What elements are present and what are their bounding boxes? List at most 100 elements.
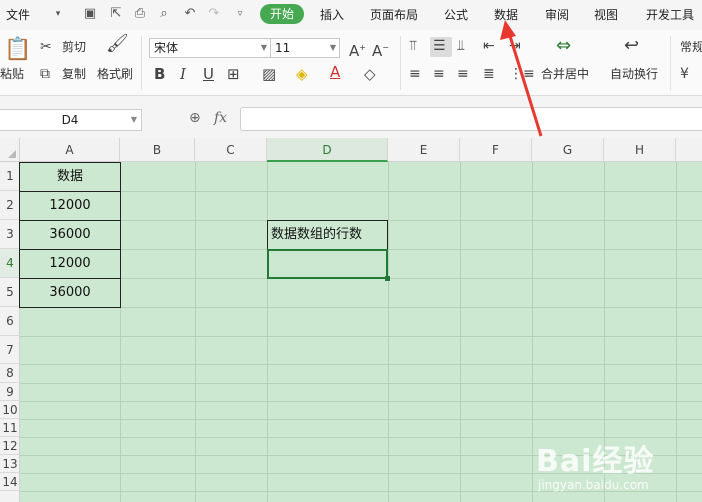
row-header[interactable]: 12 — [0, 437, 20, 455]
row-header[interactable]: 2 — [0, 191, 20, 220]
row-header[interactable]: 5 — [0, 278, 20, 307]
tab-formulas[interactable]: 公式 — [444, 6, 468, 24]
row-header[interactable]: 14 — [0, 473, 20, 491]
watermark-url: jingyan.baidu.com — [538, 478, 649, 492]
align-bottom-icon[interactable]: ⫫ — [457, 38, 465, 54]
col-header-b[interactable]: B — [120, 138, 195, 162]
copy-icon[interactable]: ⧉ — [40, 66, 50, 82]
cell-d3[interactable]: 数据数组的行数 — [267, 220, 388, 250]
zoom-icon[interactable]: ⊕ — [189, 110, 201, 126]
row-header[interactable]: 10 — [0, 401, 20, 419]
chevron-down-icon[interactable]: ▾ — [50, 6, 66, 22]
align-left-icon[interactable]: ≡ — [409, 66, 421, 82]
merge-center-button[interactable]: 合并居中 — [541, 66, 589, 82]
font-color-icon[interactable]: A — [330, 64, 340, 80]
align-top-icon[interactable]: ⫪ — [409, 38, 417, 54]
tab-start[interactable]: 开始 — [260, 4, 304, 24]
increase-indent-icon[interactable]: ⇥ — [509, 38, 521, 54]
distributed-icon[interactable]: ⋮≡ — [509, 66, 535, 82]
font-name-select[interactable]: 宋体 ▼ — [149, 38, 271, 58]
chevron-down-icon: ▼ — [260, 43, 267, 52]
copy-button[interactable]: 复制 — [62, 66, 86, 82]
col-header-g[interactable]: G — [532, 138, 604, 162]
divider — [141, 36, 142, 90]
menu-file[interactable]: 文件 — [6, 6, 30, 24]
format-painter-icon[interactable]: 🖌 — [106, 35, 129, 53]
cell-reference: D4 — [61, 113, 79, 127]
justify-icon[interactable]: ≣ — [483, 66, 495, 82]
scissors-icon[interactable]: ✂ — [40, 39, 52, 55]
align-right-icon[interactable]: ≡ — [457, 66, 469, 82]
bold-icon[interactable]: B — [154, 66, 165, 82]
paste-button[interactable]: 粘贴 — [0, 66, 24, 82]
currency-icon[interactable]: ¥ — [680, 66, 689, 82]
cut-button[interactable]: 剪切 — [62, 39, 86, 55]
fill-color-icon[interactable]: ◈ — [296, 66, 308, 82]
row-header[interactable]: 8 — [0, 364, 20, 383]
col-header-a[interactable]: A — [20, 138, 120, 162]
cell-a3[interactable]: 36000 — [19, 220, 121, 250]
font-grow-icon[interactable]: A+ — [349, 40, 366, 59]
name-box[interactable]: D4 ▼ — [0, 109, 142, 131]
borders-icon[interactable]: ⊞ — [227, 66, 240, 82]
tab-review[interactable]: 审阅 — [545, 6, 569, 24]
col-header-e[interactable]: E — [388, 138, 460, 162]
divider — [400, 36, 401, 90]
cell-a1[interactable]: 数据 — [19, 162, 121, 192]
row-line — [0, 383, 702, 384]
row-header[interactable]: 9 — [0, 383, 20, 401]
row-line — [0, 401, 702, 402]
print-icon[interactable]: ⎙ — [132, 6, 148, 22]
row-line — [0, 364, 702, 365]
cell-a4[interactable]: 12000 — [19, 249, 121, 279]
col-header-h[interactable]: H — [604, 138, 676, 162]
select-all-corner[interactable] — [0, 138, 20, 162]
row-header-selected[interactable]: 4 — [0, 249, 20, 278]
col-header-f[interactable]: F — [460, 138, 532, 162]
save-icon[interactable]: ▣ — [82, 6, 98, 22]
cell-a2[interactable]: 12000 — [19, 191, 121, 221]
clear-format-icon[interactable]: ◇ — [364, 66, 376, 82]
font-size-select[interactable]: 11 ▼ — [270, 38, 340, 58]
row-header[interactable]: 13 — [0, 455, 20, 473]
underline-icon[interactable]: U — [203, 66, 214, 82]
italic-icon[interactable]: I — [180, 66, 186, 82]
redo-icon[interactable]: ↷ — [206, 6, 222, 22]
cell-a5[interactable]: 36000 — [19, 278, 121, 308]
menu-bar: 文件 ▾ ▣ ⇱ ⎙ ⌕ ↶ ↷ ▿ 开始 插入 页面布局 公式 数据 审阅 视… — [0, 0, 702, 30]
row-header[interactable]: 1 — [0, 162, 20, 191]
paste-icon[interactable]: 📋 — [4, 38, 31, 62]
col-line — [460, 138, 461, 502]
tab-insert[interactable]: 插入 — [320, 6, 344, 24]
cell-style-icon[interactable]: ▨ — [262, 66, 276, 82]
more-icon[interactable]: ▿ — [232, 6, 248, 22]
tab-developer[interactable]: 开发工具 — [646, 6, 694, 24]
undo-icon[interactable]: ↶ — [182, 6, 198, 22]
row-header[interactable]: 6 — [0, 307, 20, 336]
formula-input[interactable] — [240, 107, 702, 131]
row-header[interactable]: 7 — [0, 336, 20, 364]
align-middle-icon[interactable]: ☰ — [433, 38, 446, 54]
col-header-d[interactable]: D — [267, 138, 388, 162]
wrap-text-button[interactable]: 自动换行 — [610, 66, 658, 82]
export-icon[interactable]: ⇱ — [108, 6, 124, 22]
row-header[interactable]: 3 — [0, 220, 20, 249]
decrease-indent-icon[interactable]: ⇤ — [483, 38, 495, 54]
tab-page-layout[interactable]: 页面布局 — [370, 6, 418, 24]
watermark-brand: Bai经验 — [536, 444, 655, 479]
font-name-value: 宋体 — [154, 41, 179, 55]
wrap-text-icon[interactable]: ↩ — [624, 37, 639, 55]
number-format-select[interactable]: 常规 — [680, 39, 702, 55]
format-painter-button[interactable]: 格式刷 — [97, 66, 133, 82]
col-header-c[interactable]: C — [195, 138, 267, 162]
merge-center-icon[interactable]: ⇔ — [556, 37, 571, 55]
tab-data[interactable]: 数据 — [494, 6, 518, 24]
font-shrink-icon[interactable]: A− — [372, 40, 389, 59]
fill-handle[interactable] — [385, 276, 390, 281]
selected-cell-d4[interactable] — [267, 249, 390, 281]
print-preview-icon[interactable]: ⌕ — [156, 6, 172, 22]
align-center-icon[interactable]: ≡ — [433, 66, 445, 82]
tab-view[interactable]: 视图 — [594, 6, 618, 24]
fx-icon[interactable]: fx — [214, 110, 227, 126]
row-header[interactable]: 11 — [0, 419, 20, 437]
